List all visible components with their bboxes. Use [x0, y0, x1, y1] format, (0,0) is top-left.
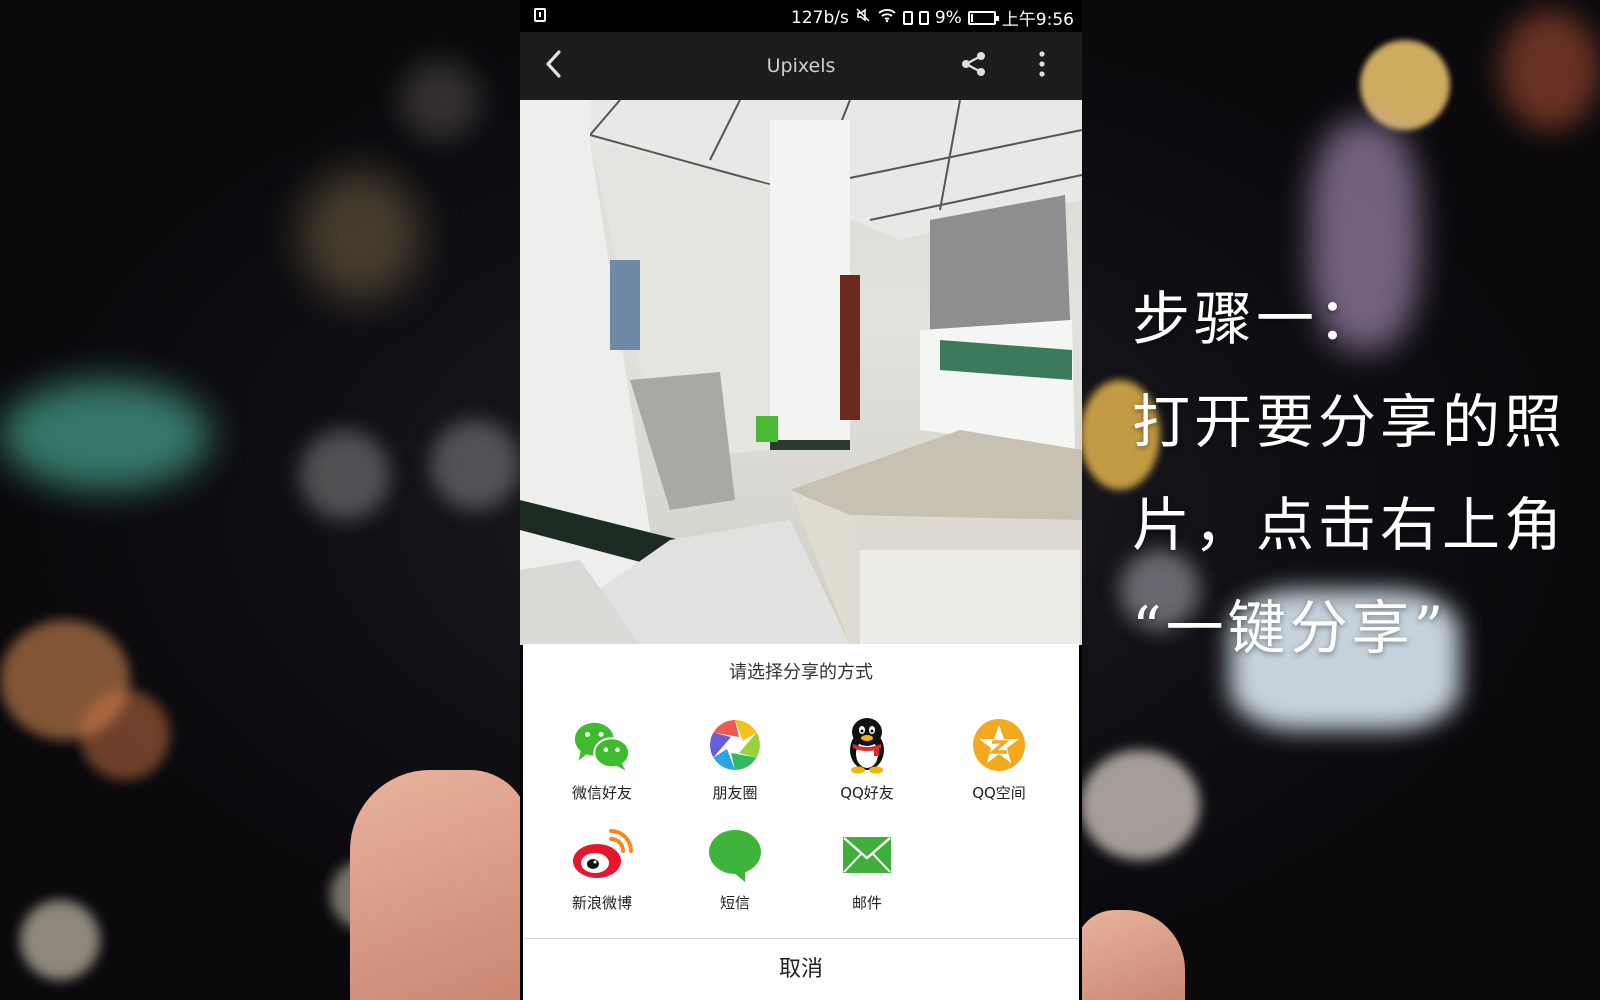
share-item-label: 短信: [719, 894, 750, 912]
sms-icon: [704, 824, 766, 886]
toolbar: Upixels: [520, 32, 1082, 100]
sim1-icon: [902, 10, 913, 25]
share-icon: [959, 49, 989, 83]
share-button[interactable]: [954, 46, 994, 86]
more-vertical-icon: [1037, 49, 1047, 83]
share-mail[interactable]: 邮件: [817, 824, 917, 924]
chevron-left-icon: [543, 49, 565, 83]
caption-line-4: “一键分享”: [1132, 594, 1448, 662]
status-bar: 127b/s 9% 上午9:56: [520, 0, 1082, 32]
photo-preview: [520, 100, 1082, 645]
moments-icon: [704, 714, 766, 776]
caption-line-3: 片，点击右上角: [1132, 491, 1567, 559]
notification-icon: [534, 8, 546, 22]
phone-screen: 127b/s 9% 上午9:56 Upixels 请选择分享的方式 微信好友 朋…: [520, 0, 1082, 1000]
share-sheet-title: 请选择分享的方式: [729, 662, 873, 683]
back-button[interactable]: [534, 46, 574, 86]
share-wechat-friends[interactable]: 微信好友: [552, 714, 652, 814]
share-qzone[interactable]: QQ空间: [949, 714, 1049, 814]
mail-icon: [836, 824, 898, 886]
hand-left: [350, 770, 530, 1000]
wechat-icon: [571, 714, 633, 776]
share-qq-friends[interactable]: QQ好友: [817, 714, 917, 814]
sim2-icon: [918, 10, 929, 25]
share-moments[interactable]: 朋友圈: [685, 714, 785, 814]
share-item-label: 微信好友: [571, 784, 632, 802]
share-item-label: 新浪微博: [571, 894, 632, 912]
page-title: Upixels: [766, 55, 836, 77]
battery-icon: [967, 10, 999, 25]
share-sheet: 请选择分享的方式 微信好友 朋友圈 QQ好友 QQ空间 新浪微博 短信 邮件 取…: [523, 644, 1079, 1000]
qzone-icon: [968, 714, 1030, 776]
wifi-icon: [877, 7, 897, 28]
battery-percent: 9%: [934, 7, 962, 28]
share-item-label: 朋友圈: [712, 784, 758, 802]
share-item-label: 邮件: [851, 894, 882, 912]
more-options-button[interactable]: [1022, 46, 1062, 86]
share-weibo[interactable]: 新浪微博: [552, 824, 652, 924]
share-sms[interactable]: 短信: [685, 824, 785, 924]
qq-icon: [836, 714, 898, 776]
share-item-label: QQ好友: [840, 784, 894, 802]
hand-right: [1075, 910, 1185, 1000]
net-speed: 127b/s: [791, 7, 849, 28]
share-item-label: QQ空间: [972, 784, 1026, 802]
caption-line-1: 步骤一：: [1132, 285, 1381, 353]
weibo-icon: [571, 824, 633, 886]
cancel-button[interactable]: 取消: [523, 938, 1079, 1000]
clock: 上午9:56: [1001, 10, 1074, 30]
caption-line-2: 打开要分享的照: [1132, 388, 1567, 456]
mute-icon: [855, 7, 871, 28]
